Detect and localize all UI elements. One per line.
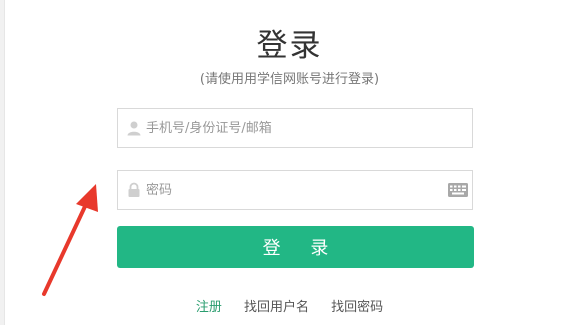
page-subtitle: (请使用用学信网账号进行登录): [199, 72, 380, 87]
password-field[interactable]: [117, 170, 473, 210]
lock-icon: [128, 182, 140, 197]
recover-password-link[interactable]: 找回密码: [331, 300, 383, 315]
keyboard-icon[interactable]: [448, 183, 468, 197]
register-link[interactable]: 注册: [196, 300, 222, 315]
password-input[interactable]: [146, 171, 446, 209]
login-button[interactable]: 登 录: [117, 226, 474, 268]
account-field[interactable]: [117, 108, 473, 148]
footer-links: 注册 找回用户名 找回密码: [0, 296, 579, 315]
page-title: 登录: [256, 28, 323, 64]
user-icon: [127, 121, 141, 136]
account-input[interactable]: [146, 109, 446, 147]
annotation-arrow-icon: [42, 184, 98, 296]
recover-username-link[interactable]: 找回用户名: [244, 300, 309, 315]
